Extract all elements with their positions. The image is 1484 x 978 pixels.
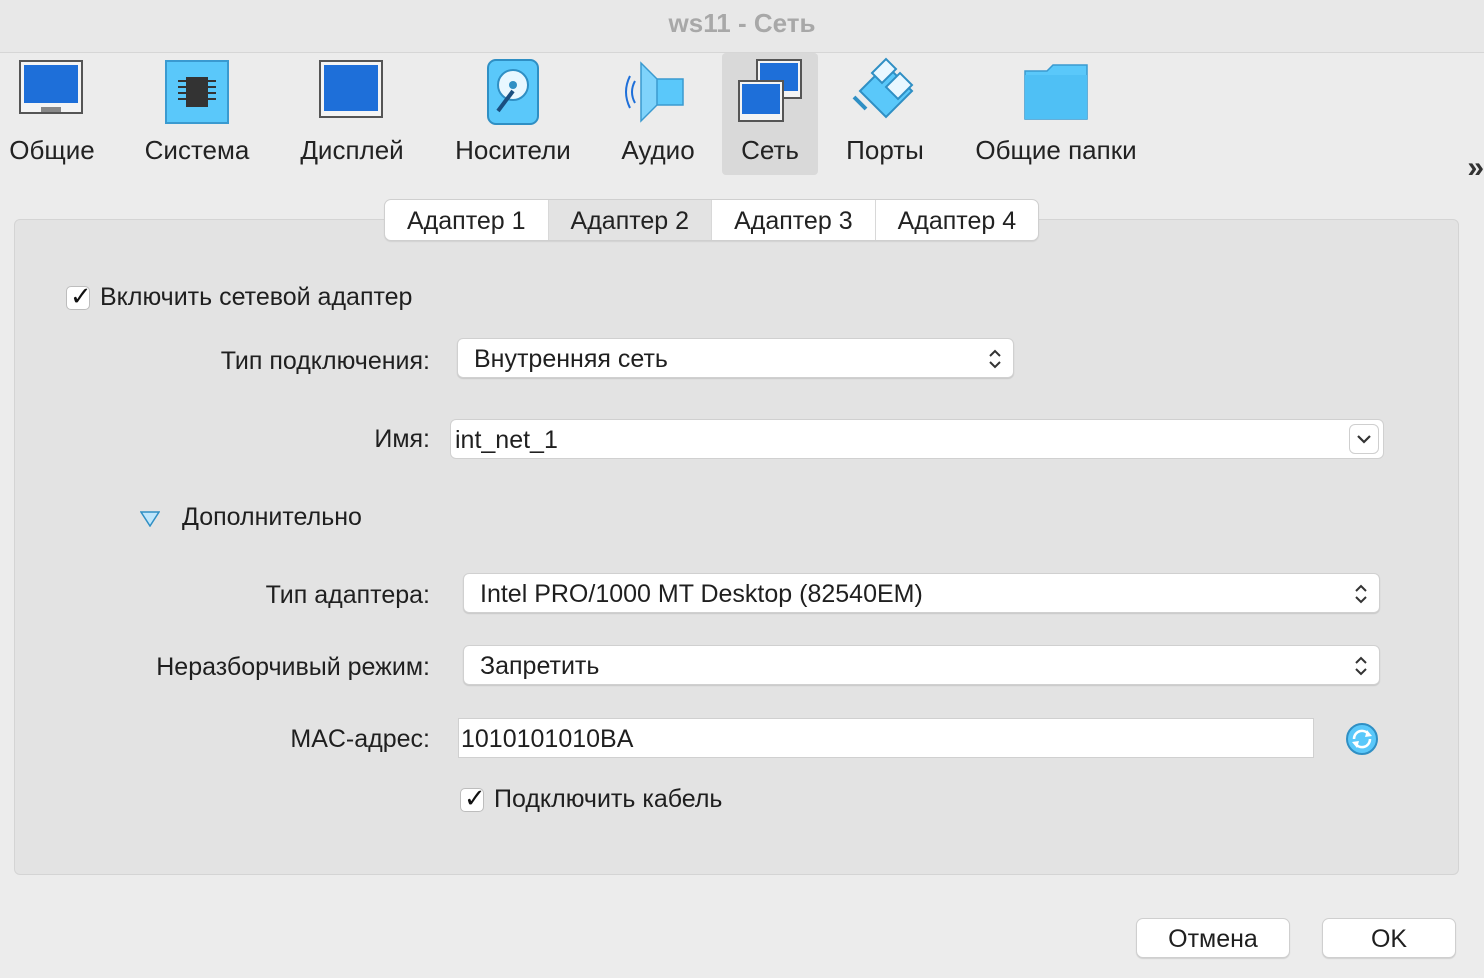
toolbar-label: Общие папки <box>975 135 1137 165</box>
network-name-label: Имя: <box>374 425 430 453</box>
ok-button[interactable]: OK <box>1322 918 1456 958</box>
toolbar-item-network[interactable]: Сеть <box>722 53 818 175</box>
toolbar-item-storage[interactable]: Носители <box>446 53 580 175</box>
toolbar-item-ports[interactable]: Порты <box>836 53 934 175</box>
adapter-type-select[interactable]: Intel PRO/1000 MT Desktop (82540EM) <box>463 573 1380 613</box>
tab-adapter-2[interactable]: Адаптер 2 <box>548 200 713 240</box>
toolbar-label: Аудио <box>621 135 695 165</box>
window-title: ws11 - Сеть <box>668 8 816 38</box>
attach-type-select[interactable]: Внутренняя сеть <box>457 338 1014 378</box>
adapter-type-label: Тип адаптера: <box>265 581 430 609</box>
enable-adapter-checkbox[interactable]: ✓ <box>66 281 92 311</box>
tab-adapter-1[interactable]: Адаптер 1 <box>385 200 549 240</box>
up-down-arrows-icon <box>989 349 1001 369</box>
mac-address-field[interactable]: 1010101010BA <box>458 718 1314 758</box>
adapter-type-value: Intel PRO/1000 MT Desktop (82540EM) <box>480 580 923 608</box>
toolbar-label: Сеть <box>741 135 799 165</box>
tab-adapter-4[interactable]: Адаптер 4 <box>876 200 1039 240</box>
enable-adapter-row: ✓ Включить сетевой адаптер <box>66 281 413 312</box>
general-monitor-icon <box>19 60 83 114</box>
shared-folder-icon <box>1024 64 1088 120</box>
cable-connected-row: ✓ Подключить кабель <box>460 783 723 814</box>
network-icon <box>738 59 802 122</box>
up-down-arrows-icon <box>1355 656 1367 676</box>
audio-speaker-icon <box>625 61 684 123</box>
network-name-combobox[interactable]: int_net_1 <box>450 419 1384 459</box>
network-name-dropdown-button[interactable] <box>1349 424 1379 454</box>
toolbar-label: Общие <box>9 135 95 165</box>
mac-address-value: 1010101010BA <box>461 725 634 753</box>
toolbar-label: Дисплей <box>300 135 404 165</box>
attach-type-value: Внутренняя сеть <box>474 345 668 373</box>
checkmark-icon: ✓ <box>464 782 486 813</box>
attach-type-label: Тип подключения: <box>220 347 430 375</box>
up-down-arrows-icon <box>1355 584 1367 604</box>
advanced-section-label[interactable]: Дополнительно <box>182 503 362 532</box>
toolbar-label: Порты <box>846 135 924 165</box>
toolbar-more-button[interactable]: » <box>1467 151 1483 185</box>
promiscuous-mode-label: Неразборчивый режим: <box>156 653 430 681</box>
promiscuous-mode-select[interactable]: Запретить <box>463 645 1380 685</box>
mac-address-label: MAC-адрес: <box>290 725 430 753</box>
checkmark-icon: ✓ <box>70 280 92 311</box>
settings-toolbar: Общие Система Дисплей Носители Аудио Сет… <box>0 53 1484 184</box>
tab-adapter-3[interactable]: Адаптер 3 <box>712 200 876 240</box>
network-name-value[interactable]: int_net_1 <box>455 426 558 454</box>
toolbar-label: Носители <box>455 135 571 165</box>
cancel-button[interactable]: Отмена <box>1136 918 1290 958</box>
enable-adapter-label: Включить сетевой адаптер <box>100 283 413 311</box>
cable-connected-label: Подключить кабель <box>494 785 723 813</box>
toolbar-item-audio[interactable]: Аудио <box>612 53 704 175</box>
toolbar-label: Система <box>144 135 250 165</box>
display-monitor-icon <box>319 60 383 118</box>
cable-connected-checkbox[interactable]: ✓ <box>460 783 486 813</box>
refresh-mac-icon[interactable] <box>1345 722 1379 756</box>
promiscuous-mode-value: Запретить <box>480 652 600 680</box>
chevron-down-icon <box>1357 435 1371 444</box>
toolbar-item-display[interactable]: Дисплей <box>290 53 414 175</box>
window-titlebar: ws11 - Сеть <box>0 0 1484 53</box>
adapter-tabs: Адаптер 1 Адаптер 2 Адаптер 3 Адаптер 4 <box>384 199 1040 241</box>
toolbar-item-system[interactable]: Система <box>138 53 256 175</box>
storage-disk-icon <box>487 59 539 125</box>
toolbar-item-shared-folders[interactable]: Общие папки <box>964 53 1148 175</box>
disclosure-triangle-icon[interactable] <box>140 511 160 527</box>
system-chip-icon <box>165 60 229 124</box>
ports-icon <box>852 57 914 119</box>
toolbar-item-general[interactable]: Общие <box>2 53 102 175</box>
network-settings-panel <box>14 219 1459 875</box>
